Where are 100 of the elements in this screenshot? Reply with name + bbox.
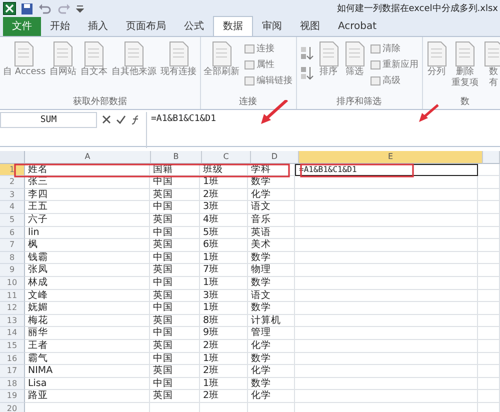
empty-cell	[478, 340, 500, 352]
table-cell: 英国	[153, 365, 173, 376]
ribbon-small-button[interactable]: 高级	[370, 74, 419, 87]
ribbon-button[interactable]: 数 有	[482, 39, 500, 95]
ribbon-button[interactable]: 现有连接	[160, 39, 197, 95]
undo-icon[interactable]	[38, 2, 52, 14]
row-header[interactable]: 10	[0, 276, 25, 290]
table-cell: 中国	[153, 378, 173, 389]
ribbon-tab[interactable]: 插入	[79, 17, 117, 36]
document-icon	[426, 41, 448, 67]
table-cell: 班级	[203, 164, 223, 175]
ribbon-small-button[interactable]: 清除	[370, 42, 419, 55]
ribbon-button[interactable]: 自文本	[80, 39, 108, 95]
ribbon-tab[interactable]: 页面布局	[117, 17, 175, 36]
table-cell: 1班	[203, 352, 220, 364]
ribbon-button[interactable]: 删除 重复项	[452, 39, 479, 95]
row-header[interactable]: 5	[0, 214, 25, 227]
table-cell: 6班	[203, 239, 220, 250]
ribbon-button[interactable]: 筛选	[344, 39, 366, 95]
ribbon-tab[interactable]: 公式	[175, 17, 213, 36]
ribbon-button[interactable]: 排序	[318, 39, 340, 95]
ribbon-button[interactable]: 自 Access	[3, 39, 46, 95]
function-icon[interactable]	[131, 115, 141, 125]
empty-cell	[478, 314, 500, 328]
column-header[interactable]: D	[251, 151, 299, 164]
row-header[interactable]: 3	[0, 188, 25, 202]
name-box[interactable]: SUM	[0, 112, 97, 128]
table-cell: 2班	[203, 188, 220, 200]
ribbon-small-button[interactable]: 编辑链接	[244, 74, 293, 87]
row-header[interactable]: 11	[0, 290, 25, 302]
row-header[interactable]: 19	[0, 390, 25, 403]
row-header[interactable]: 6	[0, 226, 25, 240]
table-cell: 六子	[28, 214, 48, 225]
ribbon-small-button[interactable]: 连接	[244, 42, 293, 55]
table-cell: 化学	[251, 340, 271, 351]
column-header[interactable]: B	[151, 151, 202, 164]
row-header[interactable]: 7	[0, 239, 25, 252]
ribbon-button[interactable]: 全部刷新	[204, 39, 240, 95]
table-cell: 中国	[153, 327, 173, 338]
customize-toolbar-icon[interactable]	[76, 4, 84, 14]
command-icon	[370, 44, 381, 54]
column-header[interactable]: A	[25, 151, 151, 164]
table-cell: 枫	[28, 239, 38, 250]
row-header[interactable]: 4	[0, 201, 25, 214]
ribbon-small-button[interactable]: 重新应用	[370, 58, 419, 71]
table-cell: 张三	[28, 176, 48, 188]
document-icon	[210, 41, 233, 67]
ribbon-tab[interactable]: 开始	[41, 17, 79, 36]
excel-logo-icon	[3, 2, 16, 15]
cancel-icon[interactable]	[102, 115, 111, 124]
empty-cell	[478, 214, 500, 227]
ribbon-tab[interactable]: 数据	[213, 16, 253, 36]
sort-descending-icon[interactable]	[300, 65, 314, 81]
row-header[interactable]: 2	[0, 176, 25, 189]
ribbon-tab[interactable]: Acrobat	[329, 17, 386, 36]
table-cell: Lisa	[28, 378, 47, 389]
table-cell: 1班	[203, 276, 220, 288]
table-cell: 张凤	[28, 264, 48, 276]
column-header[interactable]: C	[202, 151, 251, 164]
ribbon-button[interactable]: 分列	[426, 39, 448, 95]
document-icon	[13, 41, 36, 67]
empty-cell	[478, 201, 500, 214]
table-cell: 王五	[28, 201, 48, 212]
table-cell: 林成	[28, 276, 48, 288]
table-cell: 中国	[153, 302, 173, 314]
table-cell: 数学	[251, 302, 271, 314]
row-header[interactable]: 15	[0, 340, 25, 352]
table-cell: 4班	[203, 214, 220, 225]
table-cell: 1班	[203, 176, 220, 188]
table-cell: 语文	[251, 290, 271, 301]
table-cell: 妩媚	[28, 302, 48, 314]
command-icon	[244, 76, 255, 86]
row-header[interactable]: 12	[0, 302, 25, 315]
row-header[interactable]: 13	[0, 314, 25, 328]
table-cell: 2班	[203, 390, 220, 402]
empty-cell	[478, 378, 500, 390]
row-header[interactable]: 14	[0, 327, 25, 340]
save-icon[interactable]	[21, 2, 33, 14]
table-cell: lin	[28, 226, 40, 238]
check-icon[interactable]	[116, 115, 126, 124]
ribbon-tab[interactable]: 审阅	[253, 17, 291, 36]
table-cell: 王者	[28, 340, 48, 351]
ribbon-button[interactable]: 自网站	[50, 39, 77, 95]
ribbon-button[interactable]: 自其他来源	[112, 39, 157, 95]
table-cell: 李四	[28, 188, 48, 200]
table-cell: 钱霸	[28, 252, 48, 263]
table-cell: 音乐	[251, 214, 271, 225]
row-header[interactable]: 8	[0, 252, 25, 264]
command-icon	[370, 60, 381, 70]
ribbon-small-button[interactable]: 属性	[244, 58, 293, 71]
ribbon-tab[interactable]: 视图	[291, 17, 329, 36]
sort-ascending-icon[interactable]	[300, 45, 314, 61]
table-cell: 美术	[251, 239, 271, 250]
column-header[interactable]: E	[299, 151, 483, 164]
row-header[interactable]: 9	[0, 264, 25, 277]
row-header[interactable]: 16	[0, 352, 25, 366]
row-header[interactable]: 17	[0, 365, 25, 378]
ribbon-tab[interactable]: 文件	[3, 17, 41, 36]
table-cell: 文峰	[28, 290, 48, 301]
row-header[interactable]: 18	[0, 378, 25, 390]
